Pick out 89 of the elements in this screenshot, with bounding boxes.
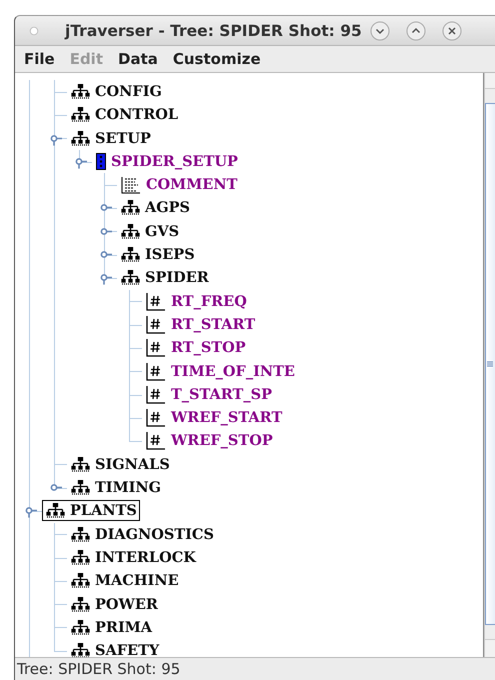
tree-node[interactable]: T_START_SP xyxy=(142,384,275,405)
tree-node[interactable]: CONFIG xyxy=(67,81,165,102)
node-label: PRIMA xyxy=(95,618,152,636)
tree-node[interactable]: SAFETY xyxy=(67,640,162,657)
hierarchy-icon xyxy=(71,620,90,635)
scrollbar[interactable] xyxy=(484,73,495,657)
number-icon xyxy=(146,314,166,334)
maximize-button[interactable] xyxy=(406,20,426,40)
tree-node[interactable]: AGPS xyxy=(117,197,194,218)
node-label: WREF_STOP xyxy=(171,432,273,450)
tree-node[interactable]: RT_FREQ xyxy=(142,290,250,312)
tree-node[interactable]: DIAGNOSTICS xyxy=(67,524,217,545)
minimize-button[interactable] xyxy=(370,20,390,40)
node-label: SPIDER xyxy=(145,269,209,286)
node-label: CONTROL xyxy=(95,106,178,124)
tree-node[interactable]: CONTROL xyxy=(67,104,182,126)
tree-node[interactable]: COMMENT xyxy=(117,174,240,196)
window-menu-icon[interactable] xyxy=(29,26,39,36)
tree-node[interactable]: POWER xyxy=(67,594,161,615)
node-label: DIAGNOSTICS xyxy=(95,526,214,543)
tree-node[interactable]: WREF_STOP xyxy=(142,430,276,452)
tree-node[interactable]: PRIMA xyxy=(67,616,156,638)
tree-node[interactable]: RT_STOP xyxy=(142,337,249,358)
node-label: SAFETY xyxy=(95,642,160,657)
menu-item[interactable]: Data xyxy=(118,50,158,68)
tree-node[interactable]: GVS xyxy=(117,220,182,242)
number-icon xyxy=(146,384,166,404)
node-label: SIGNALS xyxy=(95,456,170,473)
tree-node[interactable]: SETUP xyxy=(67,128,154,149)
node-label: TIME_OF_INTE xyxy=(171,362,295,380)
node-label: SETUP xyxy=(95,130,151,147)
hierarchy-icon xyxy=(71,456,90,472)
node-label: SPIDER_SETUP xyxy=(111,152,238,170)
node-label: PLANTS xyxy=(70,502,137,520)
tree-node[interactable]: ISEPS xyxy=(117,244,198,266)
tree-node[interactable]: WREF_START xyxy=(142,407,286,428)
device-icon xyxy=(96,152,106,170)
node-label: AGPS xyxy=(145,199,190,216)
scroll-thumb[interactable] xyxy=(485,103,495,625)
status-text: Tree: SPIDER Shot: 95 xyxy=(17,660,180,678)
close-button[interactable] xyxy=(442,20,462,40)
tree-node[interactable]: SPIDER_SETUP xyxy=(92,150,241,172)
menu-item[interactable]: Customize xyxy=(172,50,261,68)
hierarchy-icon xyxy=(71,596,90,612)
node-label: GVS xyxy=(145,222,180,240)
node-label: COMMENT xyxy=(146,176,238,194)
number-icon xyxy=(146,338,166,358)
node-label: POWER xyxy=(95,596,158,613)
tree-node[interactable]: TIMING xyxy=(67,477,164,498)
collapse-handle[interactable] xyxy=(23,504,37,518)
hierarchy-icon xyxy=(121,200,140,216)
number-icon xyxy=(146,362,166,381)
number-icon xyxy=(146,292,166,311)
hierarchy-icon xyxy=(71,107,90,122)
node-label: ISEPS xyxy=(145,246,195,264)
hierarchy-icon xyxy=(71,643,90,657)
hierarchy-icon xyxy=(46,503,65,518)
node-label: T_START_SP xyxy=(171,386,272,403)
hierarchy-icon xyxy=(71,130,90,146)
window-title: jTraverser - Tree: SPIDER Shot: 95 xyxy=(65,22,362,40)
tree-node[interactable]: PLANTS xyxy=(42,500,140,522)
hierarchy-icon xyxy=(121,270,140,286)
tree-node[interactable]: SPIDER xyxy=(117,267,212,288)
node-label: MACHINE xyxy=(95,572,179,590)
document-icon xyxy=(121,176,141,194)
hierarchy-icon xyxy=(121,224,140,239)
tree-node[interactable]: SIGNALS xyxy=(67,454,173,475)
number-icon xyxy=(146,431,166,450)
hierarchy-icon xyxy=(121,247,140,262)
tree-node[interactable]: RT_START xyxy=(142,314,258,335)
menu-item[interactable]: File xyxy=(24,50,55,68)
node-label: RT_START xyxy=(171,316,256,333)
hierarchy-icon xyxy=(71,84,90,99)
hierarchy-icon xyxy=(71,526,90,542)
node-label: WREF_START xyxy=(171,409,282,426)
node-label: RT_FREQ xyxy=(171,292,247,310)
hierarchy-icon xyxy=(71,480,90,496)
tree-node[interactable]: TIME_OF_INTE xyxy=(142,360,298,382)
hierarchy-icon xyxy=(71,573,90,588)
node-label: RT_STOP xyxy=(171,339,246,356)
node-label: INTERLOCK xyxy=(95,548,196,566)
node-label: CONFIG xyxy=(95,83,162,100)
number-icon xyxy=(146,408,166,428)
collapse-handle[interactable] xyxy=(98,271,112,286)
tree-node[interactable]: MACHINE xyxy=(67,570,182,592)
tree-node[interactable]: INTERLOCK xyxy=(67,546,199,568)
node-label: TIMING xyxy=(95,479,162,496)
hierarchy-icon xyxy=(71,550,90,565)
grip-icon xyxy=(487,361,493,367)
